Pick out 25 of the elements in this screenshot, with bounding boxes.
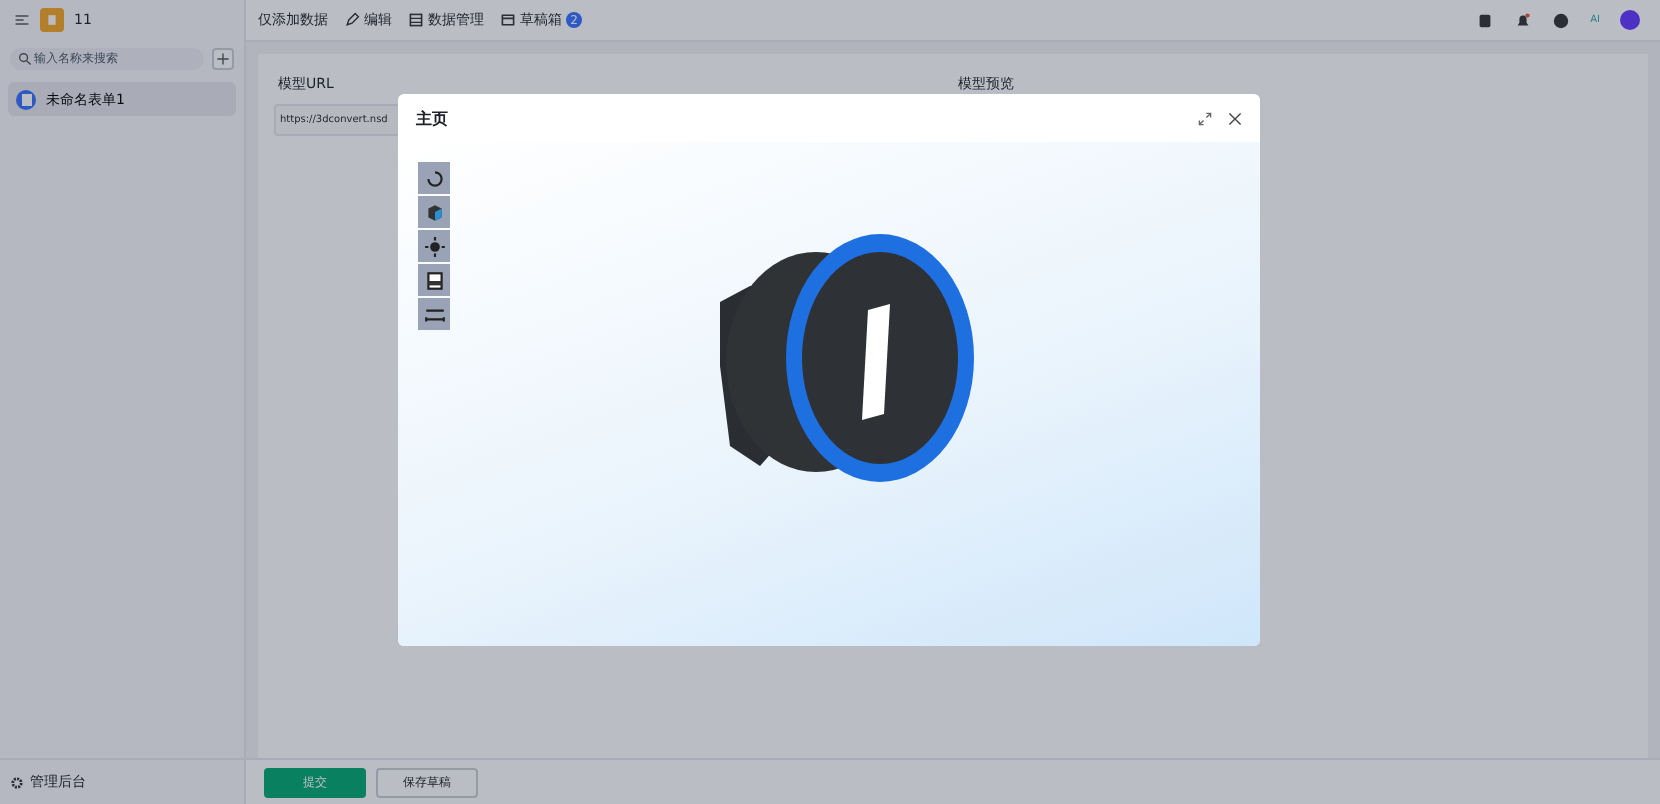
modal-title: 主页 (416, 107, 448, 129)
viewer-tool-button[interactable] (418, 162, 450, 194)
pencil-icon (344, 12, 360, 28)
close-icon (1228, 111, 1242, 125)
search-icon (18, 52, 32, 66)
inbox-icon (500, 12, 516, 28)
plus-icon (216, 52, 230, 66)
avatar[interactable] (1620, 10, 1640, 30)
menu-icon (14, 12, 30, 28)
monitor-icon (423, 269, 445, 291)
viewer-tool-button[interactable] (418, 298, 450, 330)
viewer-tool-button[interactable] (418, 264, 450, 296)
app-icon (40, 8, 64, 32)
sun-icon (423, 235, 445, 257)
viewer-tool-button[interactable] (418, 230, 450, 262)
cube-icon (423, 201, 445, 223)
expand-button[interactable] (1198, 111, 1212, 125)
rotate-icon (423, 167, 445, 189)
bell-icon (1514, 11, 1533, 29)
settings-icon (10, 775, 24, 789)
form-icon (16, 89, 36, 109)
add-button[interactable] (212, 48, 234, 70)
expand-icon (1198, 111, 1212, 125)
close-button[interactable] (1228, 111, 1242, 125)
table-icon (408, 12, 424, 28)
